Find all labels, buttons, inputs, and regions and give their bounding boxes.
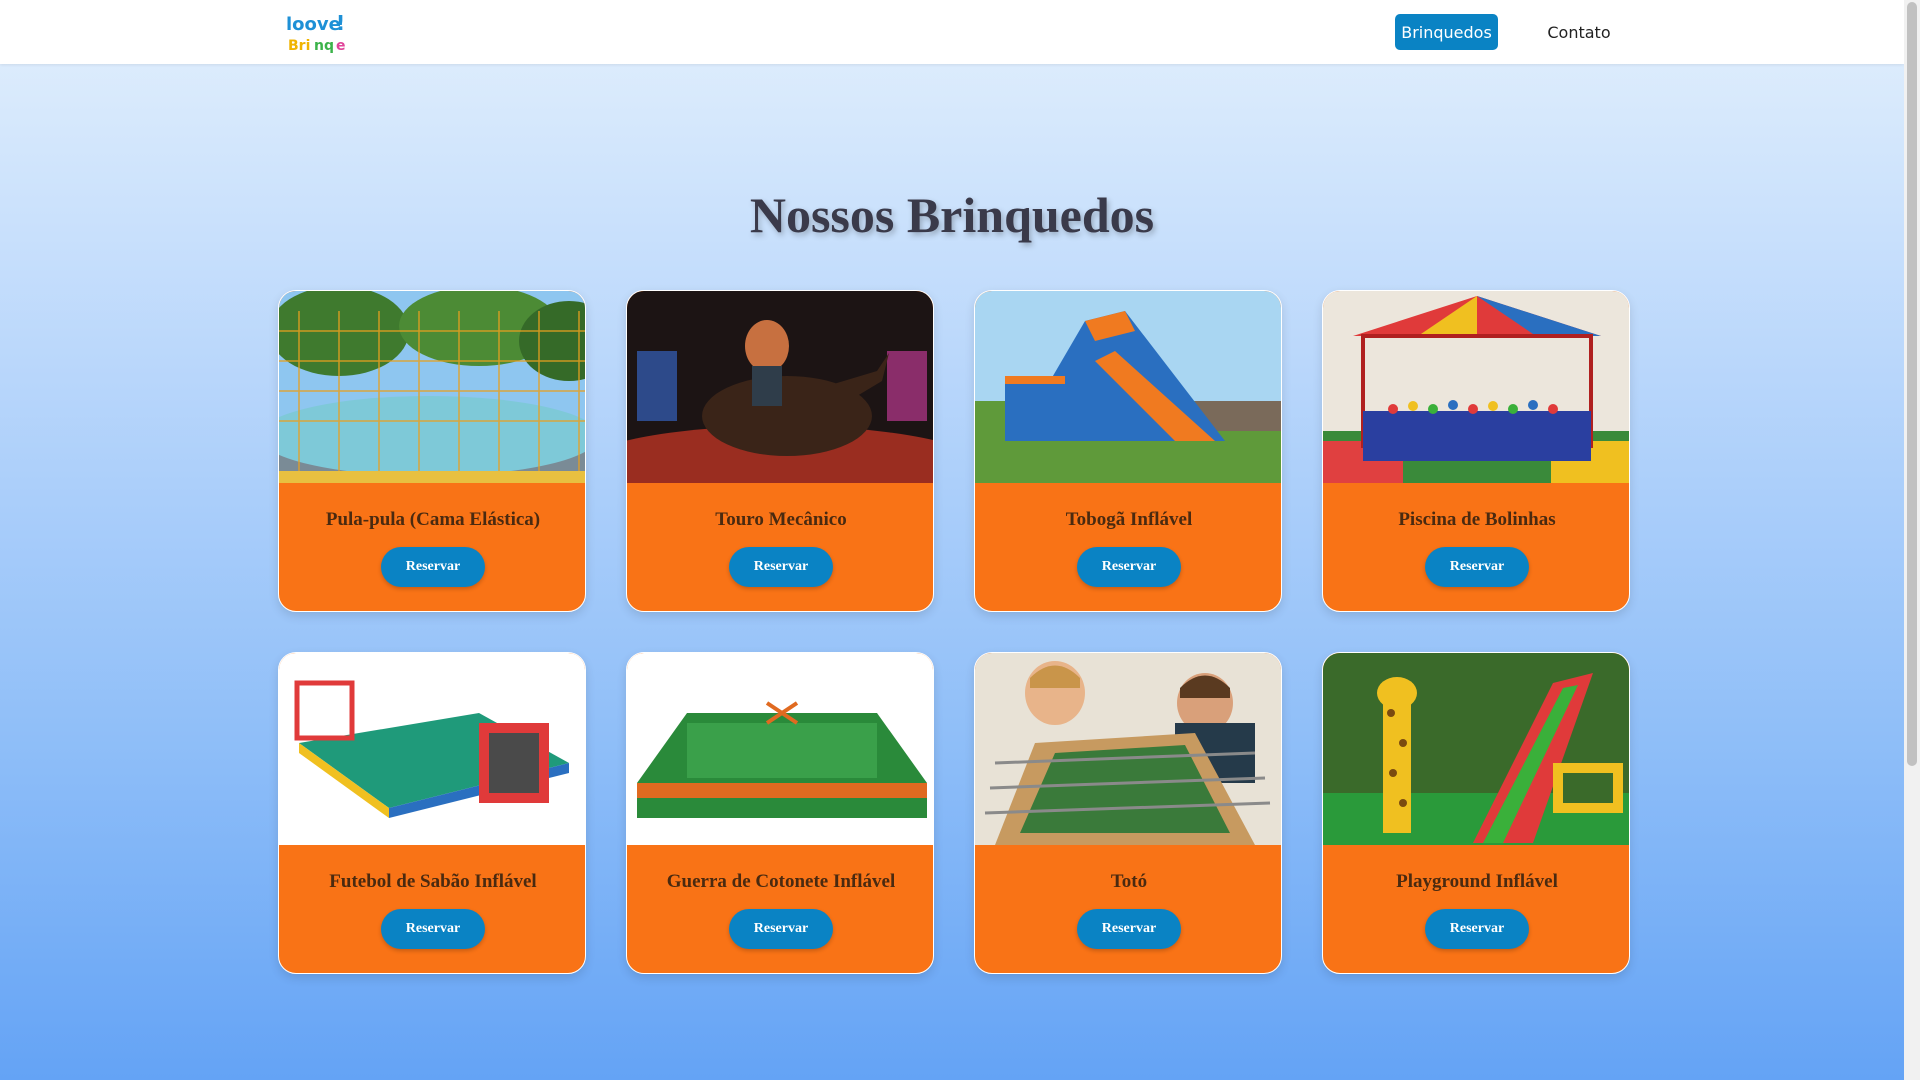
toy-title: Piscina de Bolinhas bbox=[1398, 509, 1556, 530]
svg-text:Bri: Bri bbox=[288, 38, 310, 54]
reserve-button[interactable]: Reservar bbox=[729, 547, 833, 587]
inflatable-playground-photo bbox=[1323, 653, 1629, 845]
toy-card: Futebol de Sabão Inflável Reservar bbox=[278, 652, 586, 974]
foosball-photo bbox=[975, 653, 1281, 845]
toy-title: Pula-pula (Cama Elástica) bbox=[325, 509, 541, 530]
reserve-button[interactable]: Reservar bbox=[729, 909, 833, 949]
toy-title: Futebol de Sabão Inflável bbox=[329, 871, 537, 892]
svg-text:loove: loove bbox=[286, 14, 341, 35]
reserve-button[interactable]: Reservar bbox=[1425, 547, 1529, 587]
toy-title: Guerra de Cotonete Inflável bbox=[666, 871, 896, 892]
inflatable-slide-photo bbox=[975, 291, 1281, 483]
reserve-button[interactable]: Reservar bbox=[1077, 547, 1181, 587]
brand-logo[interactable]: loove ! Bri nq e bbox=[284, 8, 352, 56]
cotton-swab-arena-photo bbox=[627, 653, 933, 845]
svg-text:!: ! bbox=[336, 11, 345, 35]
title-regular: Nossos bbox=[749, 187, 895, 243]
svg-text:nq: nq bbox=[314, 38, 334, 54]
toy-title: Touro Mecânico bbox=[715, 509, 847, 530]
ball-pit-photo bbox=[1323, 291, 1629, 483]
mechanical-bull-photo bbox=[627, 291, 933, 483]
page-title: Nossos Brinquedos bbox=[0, 186, 1904, 244]
toy-card: Totó Reservar bbox=[974, 652, 1282, 974]
trampoline-photo bbox=[279, 291, 585, 483]
toy-title: Totó bbox=[1110, 871, 1148, 892]
toy-card: Touro Mecânico Reservar bbox=[626, 290, 934, 612]
svg-text:e: e bbox=[336, 38, 346, 54]
toy-title: Tobogã Inflável bbox=[1065, 509, 1193, 530]
reserve-button[interactable]: Reservar bbox=[1077, 909, 1181, 949]
nav-contato-link[interactable]: Contato bbox=[1538, 14, 1620, 50]
soap-football-photo bbox=[279, 653, 585, 845]
top-navbar: loove ! Bri nq e Brinquedos Contato bbox=[0, 0, 1904, 64]
toy-card: Tobogã Inflável Reservar bbox=[974, 290, 1282, 612]
scrollbar[interactable] bbox=[1904, 0, 1920, 1080]
toy-card: Guerra de Cotonete Inflável Reservar bbox=[626, 652, 934, 974]
toy-card: Piscina de Bolinhas Reservar bbox=[1322, 290, 1630, 612]
reserve-button[interactable]: Reservar bbox=[381, 909, 485, 949]
title-bold: Brinquedos bbox=[906, 187, 1155, 243]
reserve-button[interactable]: Reservar bbox=[381, 547, 485, 587]
scrollbar-thumb[interactable] bbox=[1907, 2, 1917, 766]
reserve-button[interactable]: Reservar bbox=[1425, 909, 1529, 949]
nav-brinquedos-button[interactable]: Brinquedos bbox=[1395, 14, 1498, 50]
toy-card: Playground Inflável Reservar bbox=[1322, 652, 1630, 974]
toy-title: Playground Inflável bbox=[1396, 871, 1558, 892]
toy-card: Pula-pula (Cama Elástica) Reservar bbox=[278, 290, 586, 612]
